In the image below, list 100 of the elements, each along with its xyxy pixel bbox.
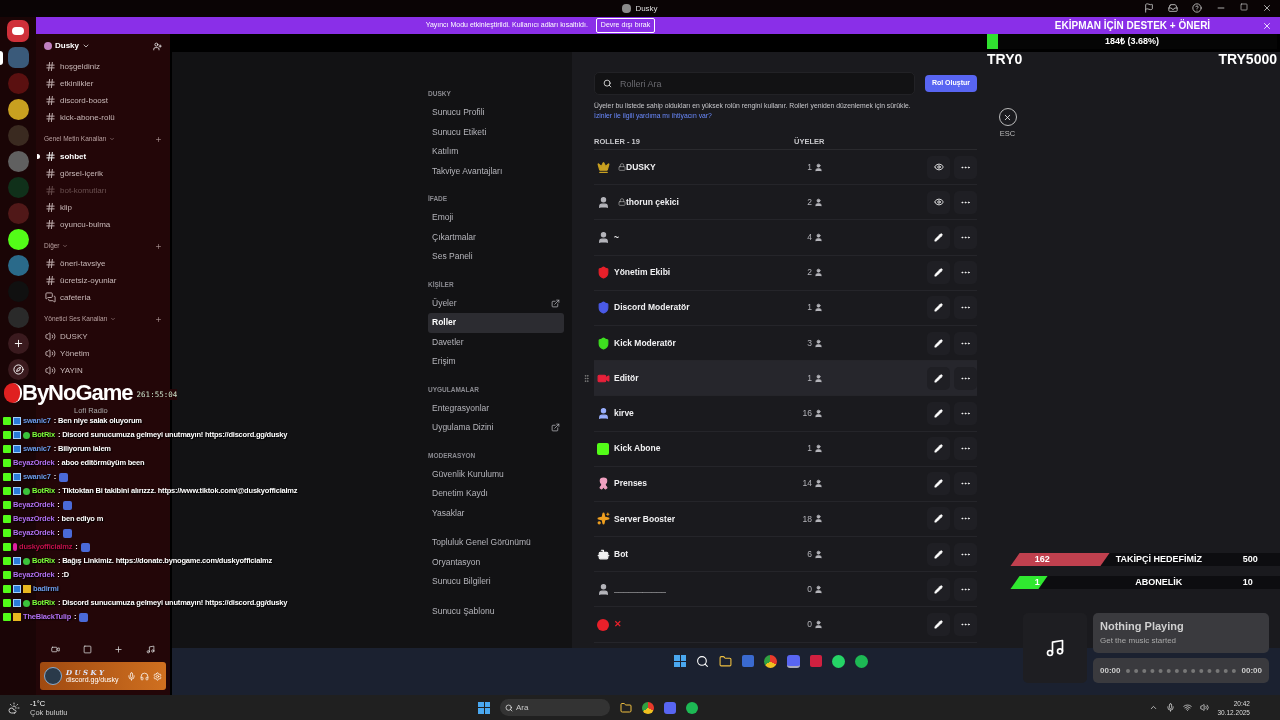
channel-item[interactable]: cafeteria: [36, 289, 170, 306]
windows-icon[interactable]: [478, 701, 490, 714]
mic-icon[interactable]: [1166, 703, 1176, 712]
edit-button[interactable]: [927, 296, 950, 320]
channel-item[interactable]: discord-boost: [36, 92, 170, 109]
nav-item[interactable]: Topluluk Genel Görünümü: [428, 533, 564, 553]
role-row[interactable]: thorun çekici 2: [594, 185, 977, 221]
activities-icon[interactable]: [114, 644, 124, 654]
invite-icon[interactable]: [153, 41, 162, 51]
tray-icon[interactable]: [1149, 703, 1159, 712]
edit-button[interactable]: [927, 472, 950, 496]
inbox-icon[interactable]: [1168, 3, 1178, 13]
channel-item[interactable]: Yönetim: [36, 345, 170, 362]
nav-item[interactable]: Takviye Avantajları: [428, 161, 564, 181]
channel-item[interactable]: sohbet: [36, 148, 170, 165]
edit-button[interactable]: [927, 542, 950, 566]
role-row[interactable]: ~ 4: [594, 220, 977, 256]
role-row[interactable]: Prenses 14: [594, 466, 977, 502]
mic-icon[interactable]: [127, 671, 136, 681]
goal-max: TRY5000: [1218, 50, 1277, 69]
camera-off-icon[interactable]: [51, 644, 61, 654]
nav-item[interactable]: Uygulama Dizini: [428, 418, 564, 438]
chevron-icon[interactable]: [82, 42, 90, 50]
nav-item[interactable]: Emoji: [428, 208, 564, 228]
search-icon[interactable]: [696, 655, 709, 668]
edit-button[interactable]: [927, 401, 950, 425]
nav-item[interactable]: Yasaklar: [428, 503, 564, 523]
view-button[interactable]: [927, 190, 950, 214]
role-row[interactable]: Server Booster 18: [594, 501, 977, 538]
nav-item[interactable]: Ses Paneli: [428, 247, 564, 267]
nav-item[interactable]: Çıkartmalar: [428, 227, 564, 247]
channel-item[interactable]: etkinlikler: [36, 75, 170, 92]
screen-share-icon[interactable]: [82, 644, 92, 654]
role-row[interactable]: Yönetim Ekibi 2: [594, 255, 977, 291]
search-field[interactable]: Ara: [500, 699, 610, 716]
discover-button[interactable]: [7, 359, 29, 380]
help-icon[interactable]: [1192, 3, 1202, 13]
close-icon[interactable]: [1262, 3, 1272, 13]
search-field[interactable]: Rolleri Ara: [594, 72, 915, 95]
server-name[interactable]: Dusky: [55, 40, 79, 52]
channel-item[interactable]: görsel-içerik: [36, 165, 170, 182]
add-channel-icon[interactable]: [155, 242, 162, 250]
edit-button[interactable]: [927, 261, 950, 285]
channel-item[interactable]: öneri-tavsiye: [36, 255, 170, 272]
nav-item[interactable]: Oryantasyon: [428, 552, 564, 572]
windows-icon[interactable]: [674, 655, 686, 667]
nav-item[interactable]: Üyeler: [428, 293, 564, 313]
nav-item[interactable]: Sunucu Profili: [428, 103, 564, 123]
add-server-button[interactable]: [7, 333, 29, 354]
close-icon[interactable]: [1262, 20, 1272, 31]
nav-item[interactable]: Sunucu Etiketi: [428, 122, 564, 142]
edit-button[interactable]: [927, 507, 950, 531]
role-row[interactable]: Discord Moderatör 1: [594, 290, 977, 326]
network-icon[interactable]: [1183, 703, 1193, 712]
edit-button[interactable]: [927, 613, 950, 637]
role-row[interactable]: ___________ 0: [594, 572, 977, 608]
edit-button[interactable]: [927, 366, 950, 390]
maximize-icon[interactable]: [1240, 3, 1248, 11]
nav-item[interactable]: Güvenlik Kurulumu: [428, 464, 564, 484]
nav-item[interactable]: Entegrasyonlar: [428, 398, 564, 418]
browser-icon[interactable]: [642, 701, 654, 714]
add-channel-icon[interactable]: [155, 315, 162, 323]
edit-button[interactable]: [927, 331, 950, 355]
channel-item[interactable]: YAYIN: [36, 362, 170, 379]
role-row[interactable]: Bot 6: [594, 537, 977, 573]
nav-item[interactable]: Sunucu Bilgileri: [428, 572, 564, 592]
volume-icon[interactable]: [1200, 703, 1210, 712]
role-row[interactable]: kirve 16: [594, 396, 977, 432]
channel-item[interactable]: oyuncu-bulma: [36, 216, 170, 233]
server-icon[interactable]: [7, 99, 29, 120]
headphones-icon[interactable]: [140, 671, 149, 681]
nav-item[interactable]: Davetler: [428, 332, 564, 352]
edit-button[interactable]: [927, 577, 950, 601]
add-channel-icon[interactable]: [155, 135, 162, 143]
channel-item[interactable]: ücretsiz-oyunlar: [36, 272, 170, 289]
channel-item[interactable]: kick-abone-rolü: [36, 109, 170, 126]
role-row[interactable]: Kick Abone 1: [594, 431, 977, 467]
channel-item[interactable]: hoşgeldiniz: [36, 58, 170, 75]
nav-item[interactable]: Katılım: [428, 142, 564, 162]
channel-item[interactable]: DUSKY: [36, 328, 170, 345]
flag-icon[interactable]: [1144, 3, 1154, 13]
drag-handle-icon[interactable]: [582, 373, 591, 383]
nav-item[interactable]: Erişim: [428, 352, 564, 372]
role-row[interactable]: ✕ 0: [594, 607, 977, 643]
nav-item[interactable]: Roller: [428, 313, 564, 333]
nav-item[interactable]: Denetim Kaydı: [428, 484, 564, 504]
soundboard-icon[interactable]: [145, 644, 155, 654]
server-icon[interactable]: [7, 229, 29, 250]
goal-current: 1: [1034, 575, 1041, 589]
folder-icon[interactable]: [719, 655, 732, 668]
view-button[interactable]: [927, 155, 950, 179]
edit-button[interactable]: [927, 437, 950, 461]
role-row[interactable]: DUSKY 1: [594, 150, 977, 186]
folder-icon[interactable]: [620, 701, 632, 714]
weather-icon[interactable]: [8, 701, 20, 714]
avatar[interactable]: [44, 667, 62, 685]
browser-icon[interactable]: [764, 655, 777, 668]
channel-item[interactable]: klip: [36, 199, 170, 216]
edit-button[interactable]: [927, 225, 950, 249]
nav-item[interactable]: Sunucu Şablonu: [428, 601, 564, 621]
